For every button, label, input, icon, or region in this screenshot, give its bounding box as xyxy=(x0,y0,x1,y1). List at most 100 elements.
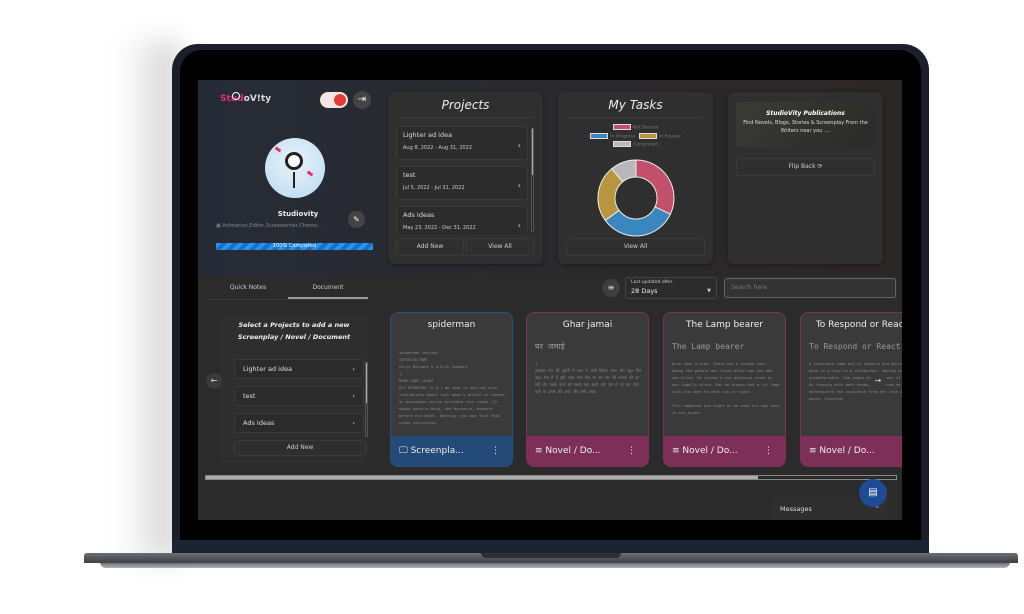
project-item[interactable]: Lighter ad idea Aug 8, 2022 - Aug 31, 20… xyxy=(396,126,528,160)
more-options-icon[interactable]: ⋮ xyxy=(491,436,500,466)
document-type-bar: ≡ Novel / Do... ⋮ xyxy=(664,436,785,466)
flip-back-button[interactable]: Flip Back ⟳ xyxy=(736,158,875,176)
document-card[interactable]: Ghar jamai घर जमाई 1 इस्तमान मेंटा की दुर… xyxy=(526,312,649,467)
document-preview: spiderman Section INTERIOR ROM Chris McE… xyxy=(399,341,507,436)
add-project-button[interactable]: Add New xyxy=(396,238,464,256)
profile-name: Studiovity xyxy=(277,210,319,218)
novel-icon: ≡ xyxy=(535,446,543,456)
publications-title: StudioVity Publications xyxy=(766,110,845,117)
select-project-item[interactable]: Lighter ad idea › xyxy=(234,359,364,379)
progress-label: 100% Completed xyxy=(272,243,317,249)
tab-quick-notes[interactable]: Quick Notes xyxy=(208,280,288,299)
legend-item[interactable]: In Progress xyxy=(590,132,635,139)
view-all-projects-button[interactable]: View All xyxy=(466,238,534,256)
donut-slice-not-started[interactable] xyxy=(635,159,675,215)
legend-swatch xyxy=(590,132,609,139)
publications-banner[interactable]: StudioVity Publications Find Novels, Blo… xyxy=(736,102,875,147)
filter-icon: ≡ xyxy=(607,283,615,292)
project-name: test xyxy=(403,171,416,179)
item-label: Ads Ideas xyxy=(243,419,275,427)
sort-filter-button[interactable]: ≡ xyxy=(602,279,620,297)
chat-icon: ▤ xyxy=(868,487,878,498)
document-card[interactable]: To Respond or React To Respond or React A… xyxy=(800,312,902,467)
profile-roles-text: Animation,Editor,Screenwriter,Choreo... xyxy=(222,223,322,229)
select-panel-scrollbar[interactable] xyxy=(365,362,368,437)
dashboard-header: StudoV!ty ⇥ Studiovity ✎ ▣ Animation,Edi… xyxy=(198,80,902,276)
app-logo[interactable]: StudoV!ty xyxy=(220,94,271,104)
publications-subtitle: Find Novels, Blogs, Stories & Screenplay… xyxy=(743,120,868,134)
tasks-legend: Not Started In Progress In Review Comple… xyxy=(558,124,713,150)
chevron-right-icon: › xyxy=(517,181,521,190)
document-card[interactable]: spiderman spiderman Section INTERIOR ROM… xyxy=(390,312,513,467)
legend-item[interactable]: In Review xyxy=(639,132,681,139)
novel-icon: ≡ xyxy=(672,446,680,456)
theme-toggle[interactable] xyxy=(320,92,348,108)
logout-icon[interactable]: ⇥ xyxy=(353,91,371,109)
avatar-ring xyxy=(285,152,303,170)
more-options-icon[interactable]: ⋮ xyxy=(764,436,773,466)
document-card[interactable]: The Lamp bearer The Lamp bearer Once upon… xyxy=(663,312,786,467)
avatar-stand xyxy=(293,172,295,188)
select-project-item[interactable]: Ads Ideas › xyxy=(234,413,364,433)
item-label: Lighter ad idea xyxy=(243,365,293,373)
preview-text: spiderman Section INTERIOR ROM Chris McE… xyxy=(399,350,507,425)
profile-progress-bar: 100% Completed xyxy=(216,243,373,250)
project-dates: Aug 8, 2022 - Aug 31, 2022 xyxy=(403,145,473,151)
select-project-panel: Select a Projects to add a new Screenplay… xyxy=(220,315,368,463)
chevron-right-icon: › xyxy=(517,221,521,230)
select-project-item[interactable]: test › xyxy=(234,386,364,406)
document-type-bar: ≡ Novel / Do... ⋮ xyxy=(801,436,902,466)
document-type: Screenpla... xyxy=(410,446,464,456)
more-options-icon[interactable]: ⋮ xyxy=(627,436,636,466)
view-all-tasks-button[interactable]: View All xyxy=(566,238,705,256)
chat-button[interactable]: ▤ xyxy=(859,479,887,507)
document-title: spiderman xyxy=(427,320,476,330)
legend-item[interactable]: Not Started xyxy=(612,124,658,131)
tasks-title: My Tasks xyxy=(568,92,703,118)
project-name: Ads Ideas xyxy=(403,211,435,219)
tab-document[interactable]: Document xyxy=(288,280,368,299)
document-type-bar: 🖵 Screenpla... ⋮ xyxy=(391,436,512,466)
chevron-right-icon: › xyxy=(352,392,355,400)
laptop-chin xyxy=(172,540,929,554)
preview-heading: To Respond or React xyxy=(809,342,901,351)
edit-profile-button[interactable]: ✎ xyxy=(348,211,365,228)
last-updated-select[interactable]: Last updated after 28 Days ▼ xyxy=(625,277,717,299)
projects-scrollbar[interactable] xyxy=(531,128,534,232)
document-type: Novel / Do... xyxy=(545,446,601,456)
logo-text-suffix: oV!ty xyxy=(243,94,272,104)
toggle-knob xyxy=(334,94,346,106)
legend-swatch xyxy=(639,132,658,139)
documents-scrollbar[interactable] xyxy=(205,475,897,480)
legend-label: Completed xyxy=(633,142,658,148)
document-preview: To Respond or React A cockroach came out … xyxy=(809,341,902,436)
search-input[interactable]: Search here xyxy=(724,278,896,298)
laptop-base-edge xyxy=(100,562,1010,568)
legend-item[interactable]: Completed xyxy=(613,141,658,148)
project-dates: Jul 5, 2022 - Jul 31, 2022 xyxy=(403,185,465,191)
scrollbar-thumb[interactable] xyxy=(206,476,758,479)
scrollbar-thumb[interactable] xyxy=(532,129,533,175)
pencil-icon: ✎ xyxy=(353,215,360,224)
project-name: Lighter ad idea xyxy=(403,131,453,139)
avatar[interactable] xyxy=(265,138,325,198)
arrow-right-icon[interactable]: → xyxy=(870,373,886,389)
avatar-ray xyxy=(306,170,314,177)
app-screen: StudoV!ty ⇥ Studiovity ✎ ▣ Animation,Edi… xyxy=(198,80,902,520)
arrow-left-icon[interactable]: ← xyxy=(206,373,222,389)
preview-text: A cockroach came out of nowhere and perc… xyxy=(809,361,902,401)
scrollbar-thumb[interactable] xyxy=(366,363,367,404)
add-new-project-button[interactable]: Add New xyxy=(234,440,366,456)
profile-roles: ▣ Animation,Editor,Screenwriter,Choreo..… xyxy=(216,223,322,229)
select-label: Last updated after xyxy=(631,280,673,285)
preview-heading: The Lamp bearer xyxy=(672,342,745,351)
document-type: Novel / Do... xyxy=(819,446,875,456)
more-options-icon[interactable]: ⋮ xyxy=(901,436,902,466)
laptop-mockup: StudoV!ty ⇥ Studiovity ✎ ▣ Animation,Edi… xyxy=(0,0,1024,614)
novel-icon: ≡ xyxy=(809,446,817,456)
document-type-bar: ≡ Novel / Do... ⋮ xyxy=(527,436,648,466)
flip-back-label: Flip Back xyxy=(788,163,816,170)
ring-light-icon xyxy=(232,92,240,100)
project-item[interactable]: Ads Ideas May 23, 2022 - Dec 31, 2022 › xyxy=(396,206,528,234)
project-item[interactable]: test Jul 5, 2022 - Jul 31, 2022 › xyxy=(396,166,528,200)
